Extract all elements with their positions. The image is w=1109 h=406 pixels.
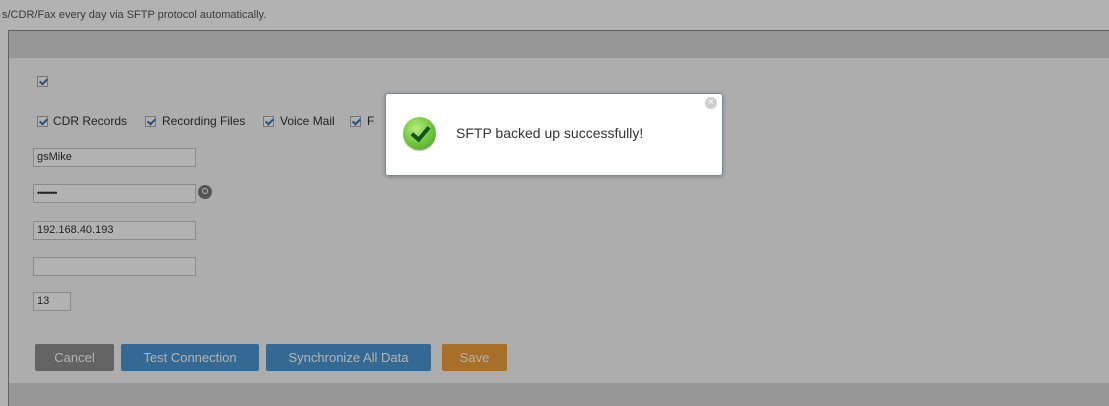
close-icon[interactable]: × <box>705 97 717 109</box>
success-dialog: × SFTP backed up successfully! <box>385 93 723 176</box>
modal-overlay <box>0 0 1109 406</box>
dialog-message: SFTP backed up successfully! <box>456 125 644 141</box>
checkmark-icon <box>403 117 436 150</box>
